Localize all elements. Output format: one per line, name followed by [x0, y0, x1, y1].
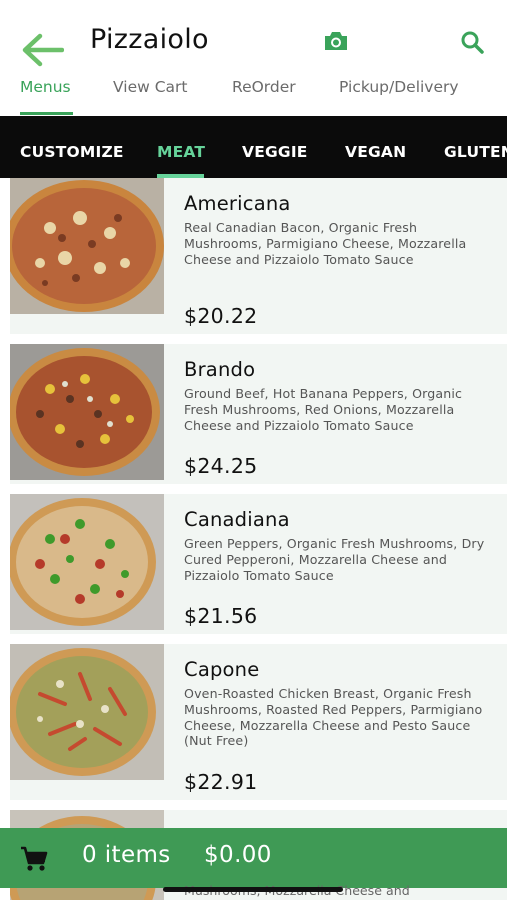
tab-view-cart[interactable]: View Cart [113, 78, 187, 116]
pizza-image [10, 494, 164, 630]
page-title: Pizzaiolo [90, 24, 209, 55]
item-price: $21.56 [184, 604, 258, 628]
item-price: $24.25 [184, 454, 258, 478]
menu-item-card[interactable]: Americana Real Canadian Bacon, Organic F… [10, 178, 507, 334]
item-name: Brando [184, 358, 256, 381]
item-description: Real Canadian Bacon, Organic Fresh Mushr… [184, 220, 467, 267]
search-button[interactable] [456, 26, 488, 58]
pizza-image [10, 344, 164, 480]
category-meat[interactable]: MEAT [157, 143, 205, 161]
item-description: Green Peppers, Organic Fresh Mushrooms, … [184, 536, 485, 583]
category-customize[interactable]: CUSTOMIZE [20, 143, 124, 161]
category-gluten[interactable]: GLUTEN [444, 143, 507, 161]
tab-reorder[interactable]: ReOrder [232, 78, 296, 116]
menu-item-card[interactable]: Canadiana Green Peppers, Organic Fresh M… [10, 494, 507, 634]
category-bar: CUSTOMIZE MEAT VEGGIE VEGAN GLUTEN [0, 116, 507, 178]
home-indicator [163, 887, 343, 892]
cart-item-count: 0 items [82, 842, 171, 868]
view-cart-bar[interactable]: 0 items $0.00 [0, 828, 507, 888]
back-button[interactable] [18, 28, 66, 72]
active-tab-indicator [20, 112, 73, 115]
item-price: $22.91 [184, 770, 258, 794]
camera-button[interactable] [320, 26, 352, 56]
item-description: Ground Beef, Hot Banana Peppers, Organic… [184, 386, 463, 433]
tab-menus[interactable]: Menus [20, 78, 71, 116]
menu-list[interactable]: Americana Real Canadian Bacon, Organic F… [0, 178, 507, 900]
category-vegan[interactable]: VEGAN [345, 143, 406, 161]
item-description: Oven-Roasted Chicken Breast, Organic Fre… [184, 686, 483, 749]
menu-item-card[interactable]: Capone Oven-Roasted Chicken Breast, Orga… [10, 644, 507, 800]
category-veggie[interactable]: VEGGIE [242, 143, 308, 161]
cart-total: $0.00 [204, 842, 272, 868]
app-header: Pizzaiolo Menus View Cart ReOrder Pickup… [0, 0, 507, 116]
item-price: $20.22 [184, 304, 258, 328]
arrow-left-icon [22, 33, 64, 67]
menu-item-card[interactable]: Brando Ground Beef, Hot Banana Peppers, … [10, 344, 507, 484]
shopping-cart-icon [21, 846, 48, 871]
item-name: Americana [184, 192, 291, 215]
pizza-image [10, 178, 164, 314]
tab-pickup-delivery[interactable]: Pickup/Delivery [339, 78, 459, 116]
pizza-image [10, 644, 164, 780]
camera-icon [325, 32, 347, 50]
search-icon [461, 31, 484, 54]
item-name: Capone [184, 658, 260, 681]
item-name: Canadiana [184, 508, 290, 531]
tab-bar: Menus View Cart ReOrder Pickup/Delivery [0, 78, 507, 116]
